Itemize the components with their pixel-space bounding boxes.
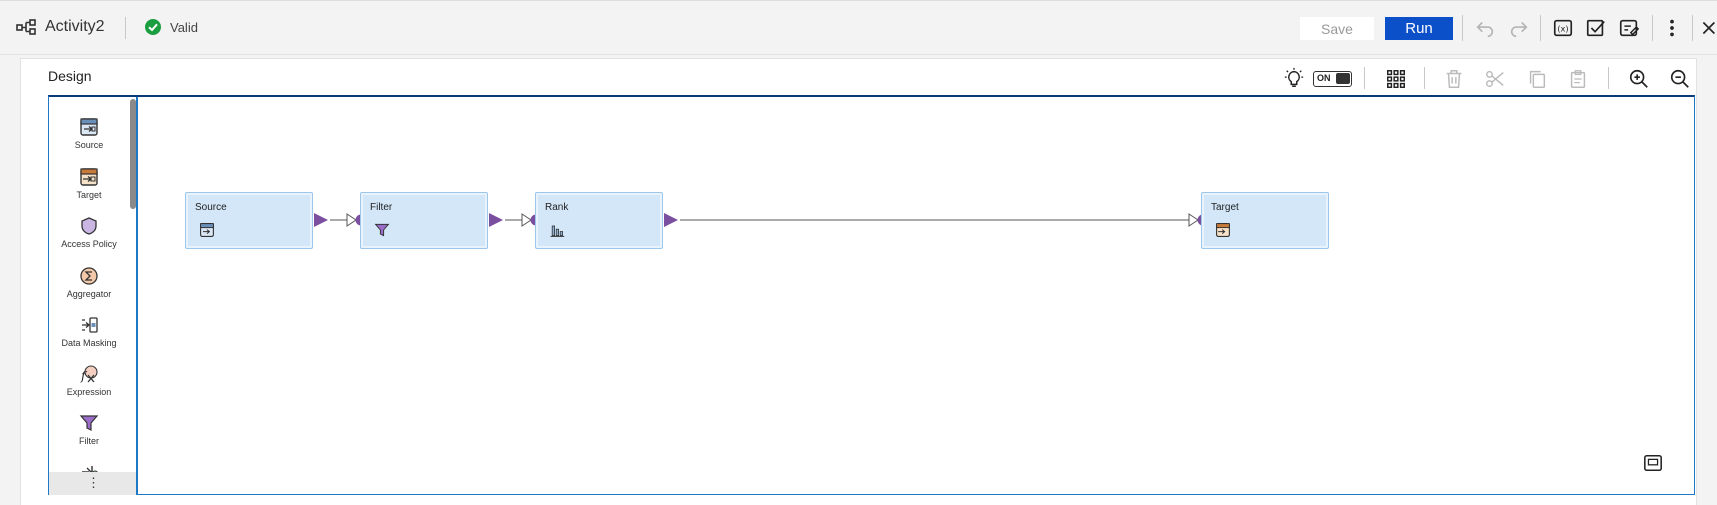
save-button[interactable]: Save (1300, 17, 1374, 40)
divider (1364, 67, 1365, 89)
output-port[interactable] (314, 213, 328, 227)
parameters-icon[interactable]: (x) (1551, 16, 1575, 40)
valid-check-icon (145, 19, 161, 35)
toggle-label: ON (1317, 73, 1331, 83)
zoom-in-icon[interactable] (1627, 67, 1651, 91)
properties-icon[interactable] (1617, 16, 1641, 40)
divider (1540, 15, 1541, 41)
connection-arrowhead (1188, 213, 1199, 227)
lightbulb-icon (1282, 66, 1306, 90)
node-target[interactable]: Target (1201, 192, 1329, 249)
status-text: Valid (170, 20, 198, 35)
smart-match-toggle[interactable]: ON (1313, 71, 1352, 87)
target-icon (1216, 223, 1230, 237)
rank-icon (550, 225, 565, 237)
undo-icon[interactable] (1473, 16, 1497, 40)
node-rank[interactable]: Rank (535, 192, 663, 249)
design-section-title: Design (48, 68, 92, 84)
mapping-canvas[interactable]: Source Target Access Policy Aggregator D… (48, 95, 1695, 495)
more-icon[interactable] (1660, 16, 1684, 40)
connection-arrowhead (346, 213, 357, 227)
top-bar: Activity2 Valid Save Run (x) (0, 0, 1717, 55)
cut-icon[interactable] (1483, 67, 1507, 91)
output-port[interactable] (664, 213, 678, 227)
divider (1608, 67, 1609, 89)
connection-arrowhead (521, 213, 532, 227)
run-button[interactable]: Run (1385, 17, 1453, 40)
redo-icon[interactable] (1507, 16, 1531, 40)
divider (1652, 15, 1653, 41)
svg-text:(x): (x) (1557, 24, 1568, 34)
arrange-all-icon[interactable] (1384, 67, 1408, 91)
toggle-knob (1336, 73, 1350, 84)
copy-icon[interactable] (1525, 67, 1549, 91)
divider (1462, 15, 1463, 41)
connection-layer (314, 213, 1209, 227)
source-icon (200, 223, 214, 237)
mapping-icon (16, 19, 36, 35)
divider (1692, 15, 1693, 41)
output-port[interactable] (489, 213, 503, 227)
validate-icon[interactable] (1584, 16, 1608, 40)
page-title: Activity2 (45, 18, 105, 35)
zoom-out-icon[interactable] (1668, 67, 1692, 91)
paste-icon[interactable] (1566, 67, 1590, 91)
close-icon[interactable] (1698, 16, 1717, 40)
delete-icon[interactable] (1442, 67, 1466, 91)
overview-icon[interactable] (1643, 453, 1665, 475)
filter-icon (374, 223, 390, 237)
node-filter[interactable]: Filter (360, 192, 488, 249)
divider (1424, 67, 1425, 89)
divider (125, 17, 126, 39)
node-source[interactable]: Source (185, 192, 313, 249)
